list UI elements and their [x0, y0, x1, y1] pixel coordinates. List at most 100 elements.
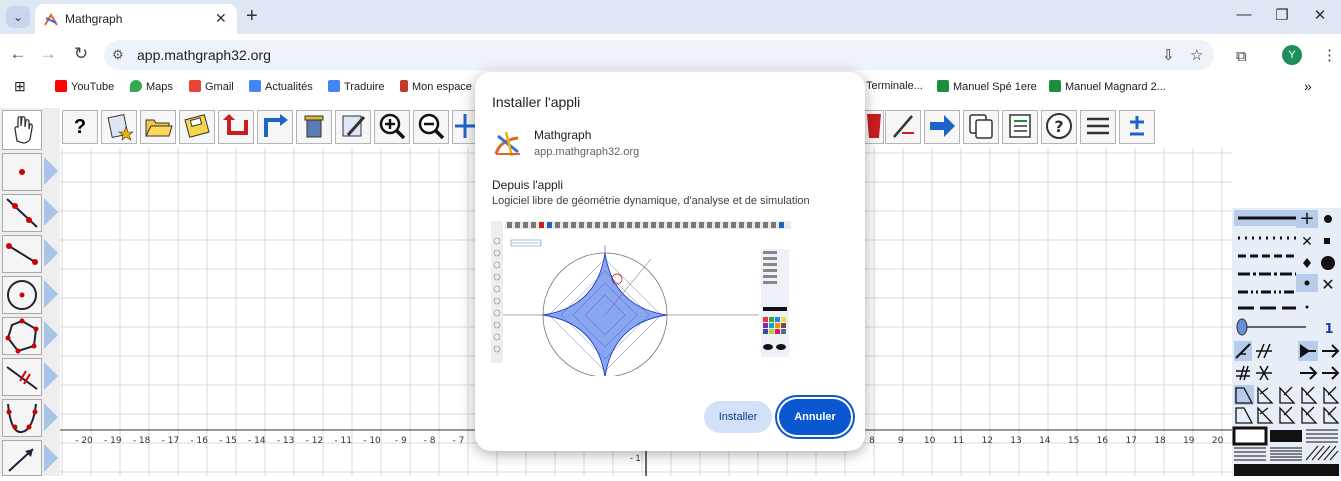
- axis-tick-label: - 16: [190, 436, 208, 446]
- new-tab-button[interactable]: +: [246, 6, 258, 26]
- bookmarks-overflow-icon[interactable]: »: [1304, 78, 1312, 94]
- palette-expand-arrow[interactable]: [44, 239, 58, 267]
- style-options[interactable]: + ✕ ✕ 1: [1232, 208, 1341, 476]
- move-arrows-icon: [455, 114, 475, 138]
- curtain-tool[interactable]: [864, 110, 884, 144]
- next-step-tool[interactable]: [924, 110, 960, 144]
- circle-tool[interactable]: [2, 276, 42, 314]
- equal-segments-tool[interactable]: [2, 358, 42, 396]
- site-info-icon[interactable]: ⚙: [112, 47, 124, 63]
- app-screenshot-preview: [491, 221, 791, 376]
- install-app-icon[interactable]: ⇩: [1162, 46, 1175, 64]
- save-tool[interactable]: [179, 110, 215, 144]
- palette-expand-arrow[interactable]: [44, 444, 58, 472]
- axis-tick-label: 13: [1010, 436, 1021, 446]
- translate-icon: [328, 80, 340, 92]
- axis-tick-label: - 9: [395, 436, 407, 446]
- segment-tool[interactable]: [2, 235, 42, 273]
- bookmark-terminale[interactable]: Terminale...: [866, 80, 923, 92]
- help-circle-tool[interactable]: ?: [1041, 110, 1077, 144]
- palette-expand-arrow[interactable]: [44, 280, 58, 308]
- curtain-icon: [867, 114, 881, 138]
- trash-icon: [304, 115, 324, 138]
- tab-list-button[interactable]: ⌄: [6, 6, 30, 28]
- delete-tool[interactable]: [296, 110, 332, 144]
- vector-tool[interactable]: [2, 440, 42, 476]
- axis-tick-label: 8: [869, 436, 875, 446]
- hamburger-icon: [1087, 117, 1109, 135]
- address-bar[interactable]: ⚙ app.mathgraph32.org ⇩ ☆: [104, 40, 1214, 70]
- bookmark-label: Manuel Spé 1ere: [953, 81, 1037, 93]
- axis-tick-label: 9: [898, 436, 904, 446]
- browser-menu-icon[interactable]: ⋮: [1322, 46, 1337, 64]
- bookmark-star-icon[interactable]: ☆: [1190, 46, 1203, 64]
- install-button[interactable]: Installer: [704, 401, 772, 433]
- palette-expand-arrow[interactable]: [44, 403, 58, 431]
- cancel-button[interactable]: Annuler: [779, 399, 851, 435]
- pointer-tool[interactable]: [2, 110, 42, 150]
- restore-icon[interactable]: ❐: [1272, 6, 1292, 24]
- bookmark-youtube[interactable]: YouTube: [55, 80, 114, 93]
- forward-icon[interactable]: →: [38, 44, 58, 64]
- zoom-in-tool[interactable]: [374, 110, 410, 144]
- curve-icon: [6, 403, 38, 434]
- profile-avatar[interactable]: Y: [1282, 45, 1302, 65]
- y-axis-label: - 1: [630, 453, 641, 463]
- curve-tool[interactable]: [2, 399, 42, 437]
- axis-tick-label: 15: [1068, 436, 1079, 446]
- copy-icon: [969, 114, 993, 139]
- segment-icon: [6, 243, 38, 265]
- bookmark-actualites[interactable]: Actualités: [249, 80, 313, 93]
- bookmark-mon-espace[interactable]: Mon espace: [400, 80, 472, 93]
- magic-wand-tool[interactable]: [885, 110, 921, 144]
- axis-tick-label: - 7: [452, 436, 464, 446]
- polygon-icon: [5, 318, 39, 354]
- open-tool[interactable]: [140, 110, 176, 144]
- copy-tool[interactable]: [963, 110, 999, 144]
- bookmark-label: Mon espace: [412, 81, 472, 93]
- back-icon[interactable]: ←: [8, 44, 28, 64]
- bookmark-gmail[interactable]: Gmail: [189, 80, 234, 93]
- minimize-icon[interactable]: —: [1234, 6, 1254, 23]
- plus-minus-tool[interactable]: [1119, 110, 1155, 144]
- equal-marks-icon: [6, 366, 38, 390]
- app-url: app.mathgraph32.org: [534, 146, 640, 158]
- browser-tab[interactable]: Mathgraph ✕: [35, 4, 237, 34]
- circle-icon: [7, 280, 37, 310]
- bookmark-manuel-spe[interactable]: Manuel Spé 1ere: [937, 80, 1037, 93]
- maps-icon: [130, 80, 142, 92]
- palette-expand-arrow[interactable]: [44, 157, 58, 185]
- point-tool[interactable]: [2, 153, 42, 191]
- bookmark-label: Terminale...: [866, 80, 923, 92]
- axis-tick-label: - 12: [306, 436, 324, 446]
- palette-expand-arrow[interactable]: [44, 321, 58, 349]
- palette-expand-arrow[interactable]: [44, 362, 58, 390]
- polygon-tool[interactable]: [2, 317, 42, 355]
- plus-minus-icon: [1130, 116, 1144, 136]
- bookmark-label: YouTube: [71, 81, 115, 93]
- window-close-icon[interactable]: ✕: [1310, 6, 1330, 24]
- edit-tool[interactable]: [335, 110, 371, 144]
- protocol-tool[interactable]: [1002, 110, 1038, 144]
- help-tool[interactable]: ?: [62, 110, 98, 144]
- apps-grid-icon[interactable]: ⊞: [14, 78, 26, 95]
- undo-tool[interactable]: [218, 110, 254, 144]
- reload-icon[interactable]: ↻: [71, 44, 91, 64]
- bookmark-maps[interactable]: Maps: [130, 80, 173, 93]
- new-figure-tool[interactable]: [101, 110, 137, 144]
- source-label: Depuis l'appli: [492, 178, 563, 192]
- menu-tool[interactable]: [1080, 110, 1116, 144]
- bookmark-traduire[interactable]: Traduire: [328, 80, 385, 93]
- line-tool[interactable]: [2, 194, 42, 232]
- extensions-icon[interactable]: ⧉: [1236, 48, 1247, 65]
- axis-tick-label: 12: [981, 436, 992, 446]
- palette-expand-arrow[interactable]: [44, 198, 58, 226]
- axis-tick-label: 19: [1183, 436, 1195, 446]
- bookmark-manuel-magnard[interactable]: Manuel Magnard 2...: [1049, 80, 1166, 93]
- tab-close-icon[interactable]: ✕: [215, 10, 227, 27]
- axis-tick-label: 10: [924, 436, 936, 446]
- axis-tick-label: - 14: [248, 436, 266, 446]
- axis-tick-label: - 11: [334, 436, 352, 446]
- redo-tool[interactable]: [257, 110, 293, 144]
- zoom-out-tool[interactable]: [413, 110, 449, 144]
